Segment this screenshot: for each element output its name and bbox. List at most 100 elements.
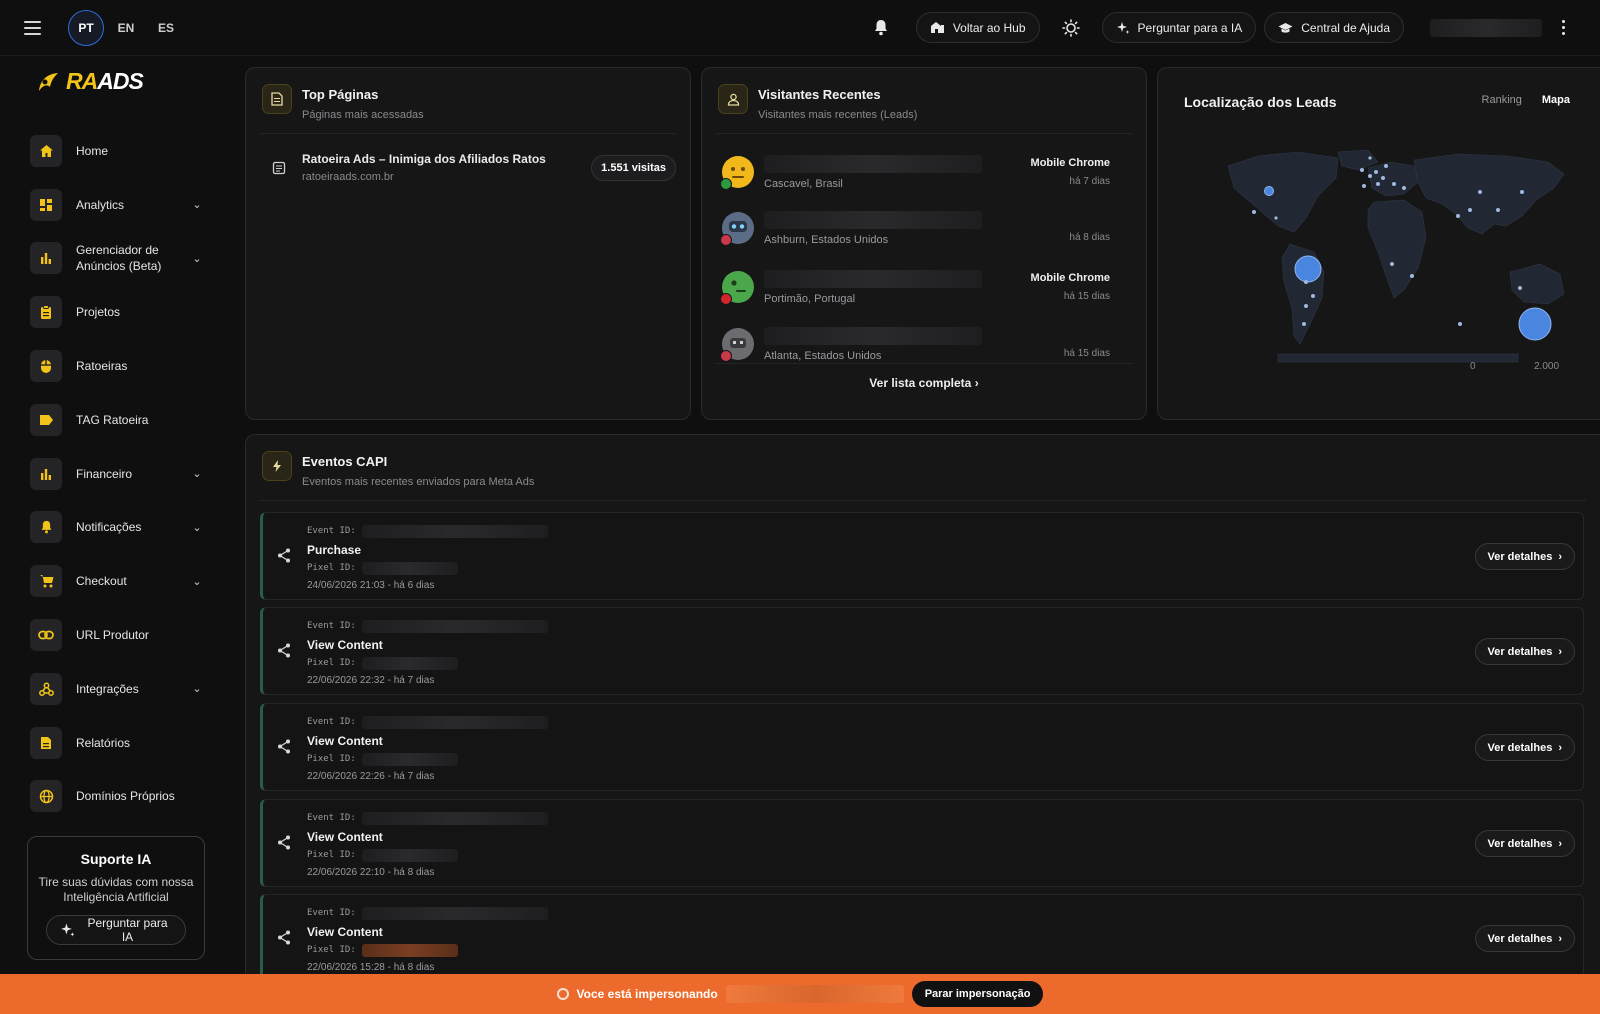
visitor-row[interactable]: Ashburn, Estados Unidos há 8 dias — [720, 202, 1110, 254]
chevron-down-icon[interactable]: ⌄ — [190, 467, 204, 480]
sidebar-item-label: Analytics — [76, 197, 125, 212]
theme-sun-icon[interactable] — [1054, 11, 1088, 45]
sidebar-item-label: Gerenciador de Anúncios (Beta) — [76, 243, 162, 274]
impersonation-banner: Voce está impersonando Parar impersonaçã… — [0, 974, 1600, 1014]
sidebar-item-label: Home — [76, 143, 109, 158]
visitor-device: Mobile Chrome — [1030, 272, 1110, 284]
visitor-device: Mobile Chrome — [1030, 157, 1110, 169]
event-id-redacted — [361, 811, 548, 825]
user-name-redacted[interactable] — [1430, 18, 1542, 37]
sidebar-item-dominios[interactable]: Domínios Próprios — [30, 770, 204, 824]
tab-map[interactable]: Mapa — [1542, 94, 1570, 106]
recent-visitors-card: Visitantes Recentes Visitantes mais rece… — [701, 67, 1147, 420]
clipboard-icon — [30, 296, 62, 329]
user-icon — [718, 84, 748, 114]
flag-icon — [720, 293, 732, 305]
event-id-label: Event ID: — [307, 526, 356, 536]
share-icon — [278, 835, 290, 850]
chevron-down-icon[interactable]: ⌄ — [190, 252, 204, 265]
pixel-id-label: Pixel ID: — [307, 945, 356, 955]
sidebar-item-label: TAG Ratoeira — [76, 412, 149, 427]
logo-text: RAADS — [66, 68, 144, 94]
top-bar: PT EN ES Voltar ao Hub Perguntar para a … — [0, 0, 1600, 56]
view-details-button[interactable]: Ver detalhes › — [1474, 638, 1575, 665]
sidebar-item-tag-ratoeira[interactable]: TAG Ratoeira — [30, 393, 204, 447]
sidebar-item-analytics[interactable]: Analytics ⌄ — [30, 178, 204, 232]
lang-en-button[interactable]: EN — [108, 10, 144, 46]
globe-icon — [30, 780, 62, 813]
visitor-row[interactable]: Portimão, Portugal Mobile Chrome há 15 di… — [720, 261, 1110, 313]
analytics-icon — [30, 188, 62, 221]
menu-icon[interactable] — [24, 17, 46, 39]
chevron-down-icon[interactable]: ⌄ — [190, 521, 204, 534]
flag-icon — [720, 350, 732, 362]
bell-icon[interactable] — [864, 11, 898, 45]
chevron-down-icon[interactable]: ⌄ — [190, 682, 204, 695]
event-date: 22/06/2026 15:28 - há 8 dias — [307, 962, 435, 973]
view-details-button[interactable]: Ver detalhes › — [1474, 734, 1575, 761]
sidebar-item-url-produtor[interactable]: URL Produtor — [30, 608, 204, 662]
flag-icon — [720, 178, 732, 190]
bar-chart-icon — [30, 242, 62, 275]
event-id-redacted — [361, 715, 548, 729]
lang-pt-button[interactable]: PT — [68, 9, 104, 46]
back-to-hub-button[interactable]: Voltar ao Hub — [915, 12, 1040, 43]
sidebar-item-projects[interactable]: Projetos — [30, 285, 204, 339]
visitor-time: há 7 dias — [1069, 176, 1110, 187]
event-date: 22/06/2026 22:10 - há 8 dias — [307, 867, 435, 878]
lang-es-button[interactable]: ES — [148, 10, 184, 46]
capi-title: Eventos CAPI — [302, 454, 388, 469]
view-full-list-link[interactable]: Ver lista completa › — [702, 376, 1146, 390]
more-options-icon[interactable] — [1554, 20, 1572, 35]
visitor-name-redacted — [764, 326, 982, 345]
visitor-location: Atlanta, Estados Unidos — [764, 349, 882, 362]
report-icon — [30, 726, 62, 759]
bar-chart-icon — [30, 457, 62, 490]
view-details-button[interactable]: Ver detalhes › — [1474, 543, 1575, 570]
view-full-list-label: Ver lista completa — [869, 376, 972, 390]
legend-min: 0 — [1470, 361, 1476, 372]
visitor-row[interactable]: Cascavel, Brasil Mobile Chrome há 7 dias — [720, 146, 1110, 198]
sidebar-item-notificacoes[interactable]: Notificações ⌄ — [30, 501, 204, 555]
logo[interactable]: RAADS — [36, 68, 144, 95]
event-id-label: Event ID: — [307, 717, 356, 727]
capi-event-row[interactable]: Event ID: View Content Pixel ID: 22/06/2026… — [260, 607, 1584, 695]
pixel-id-label: Pixel ID: — [307, 754, 356, 764]
visitor-time: há 8 dias — [1069, 232, 1110, 243]
sidebar-item-integracoes[interactable]: Integrações ⌄ — [30, 662, 204, 716]
bell-icon — [30, 511, 62, 544]
impersonated-user-redacted — [725, 985, 904, 1003]
sidebar-item-relatorios[interactable]: Relatórios — [30, 716, 204, 770]
capi-events-card: Eventos CAPI Eventos mais recentes envia… — [245, 434, 1600, 974]
capi-event-row[interactable]: Event ID: View Content Pixel ID: 22/06/2026… — [260, 799, 1584, 887]
event-name: View Content — [307, 925, 383, 939]
view-details-button[interactable]: Ver detalhes › — [1474, 925, 1575, 952]
tab-ranking[interactable]: Ranking — [1482, 94, 1522, 106]
sidebar-item-checkout[interactable]: Checkout ⌄ — [30, 554, 204, 608]
world-map[interactable] — [1218, 148, 1578, 368]
chevron-down-icon[interactable]: ⌄ — [190, 198, 204, 211]
visitor-row[interactable]: Atlanta, Estados Unidos há 15 dias — [720, 318, 1110, 363]
ask-ai-button[interactable]: Perguntar para a IA — [1101, 12, 1257, 43]
capi-event-row[interactable]: Event ID: View Content Pixel ID: 22/06/2026… — [260, 894, 1584, 974]
share-icon — [278, 739, 290, 754]
sidebar-item-ratoeiras[interactable]: Ratoeiras — [30, 339, 204, 393]
capi-event-row[interactable]: Event ID: View Content Pixel ID: 22/06/2026… — [260, 703, 1584, 791]
list-item[interactable]: Ratoeira Ads – Inimiga dos Afiliados Rat… — [246, 134, 690, 183]
view-details-button[interactable]: Ver detalhes › — [1474, 830, 1575, 857]
ask-ai-support-button[interactable]: Perguntar para IA — [46, 915, 186, 945]
pixel-id-label: Pixel ID: — [307, 658, 356, 668]
event-name: View Content — [307, 830, 383, 844]
sidebar-item-financeiro[interactable]: Financeiro ⌄ — [30, 447, 204, 501]
pixel-id-redacted — [361, 943, 458, 957]
page-url: ratoeiraads.com.br — [302, 171, 394, 183]
recent-visitors-subtitle: Visitantes mais recentes (Leads) — [758, 109, 918, 121]
sidebar-item-label: Domínios Próprios — [76, 789, 175, 804]
stop-impersonation-button[interactable]: Parar impersonação — [911, 981, 1044, 1007]
capi-event-row[interactable]: Event ID: Purchase Pixel ID: 24/06/2026 21:… — [260, 512, 1584, 600]
sidebar-item-home[interactable]: Home — [30, 124, 204, 178]
chevron-down-icon[interactable]: ⌄ — [190, 575, 204, 588]
help-center-button[interactable]: Central de Ajuda — [1264, 12, 1404, 43]
visitor-time: há 15 dias — [1063, 348, 1110, 359]
sidebar-item-ads-manager[interactable]: Gerenciador de Anúncios (Beta) ⌄ — [30, 232, 204, 286]
